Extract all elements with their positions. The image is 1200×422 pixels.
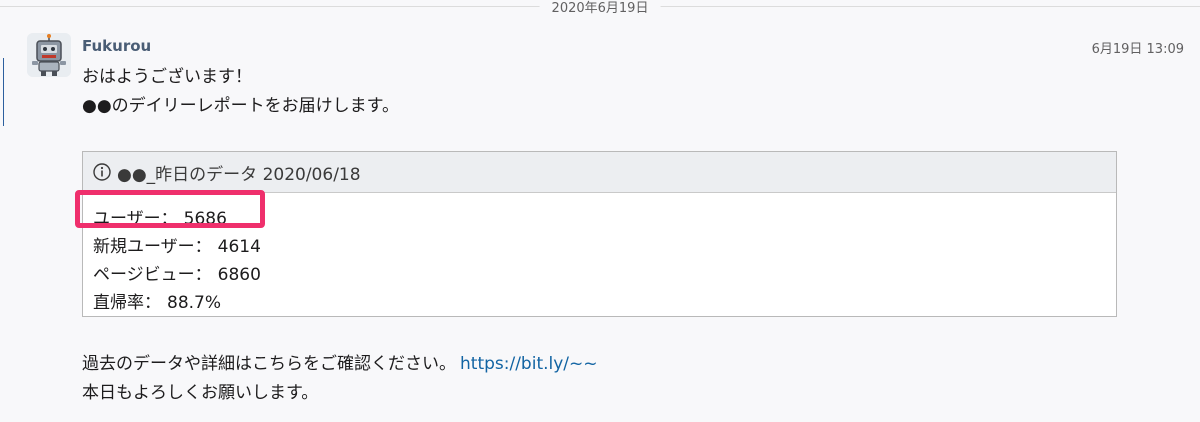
message-focus-accent [0,58,4,126]
stat-value: 88.7% [167,293,222,313]
day-divider: 2020年6月19日 [0,0,1200,16]
report-link[interactable]: https://bit.ly/~~ [460,354,598,374]
stat-row-pageviews: ページビュー： 6860 [93,260,261,285]
divider-date[interactable]: 2020年6月19日 [539,0,661,16]
message-timestamp[interactable]: 6月19日 13:09 [1092,38,1184,57]
card-title: ●●_昨日のデータ 2020/06/18 [117,164,361,185]
highlight-box [75,190,265,228]
message-line: ●●のデイリーレポートをお届けします。 [82,96,399,116]
stat-value: 4614 [217,237,261,257]
stat-label: 直帰率： [93,293,161,313]
stat-row-bounce-rate: 直帰率： 88.7% [93,288,221,313]
footer-line: 本日もよろしくお願いします。 [82,383,319,403]
avatar[interactable] [27,33,71,77]
stat-row-new-users: 新規ユーザー： 4614 [93,232,261,257]
sender-name[interactable]: Fukurou [82,37,151,55]
robot-avatar-icon [27,33,71,77]
report-card: ●●_昨日のデータ 2020/06/18 ユーザー： 5686 新規ユーザー： 46… [82,151,1117,317]
stat-label: ページビュー： [93,265,212,285]
card-header: ●●_昨日のデータ 2020/06/18 [83,152,1116,193]
info-icon [93,163,111,181]
stat-label: 新規ユーザー： [93,237,212,257]
stat-value: 6860 [217,265,261,285]
footer-text: 過去のデータや詳細はこちらをご確認ください。 [82,354,456,374]
footer-line: 過去のデータや詳細はこちらをご確認ください。 https://bit.ly/~~ [82,349,598,374]
message-line: おはようございます！ [82,67,252,87]
